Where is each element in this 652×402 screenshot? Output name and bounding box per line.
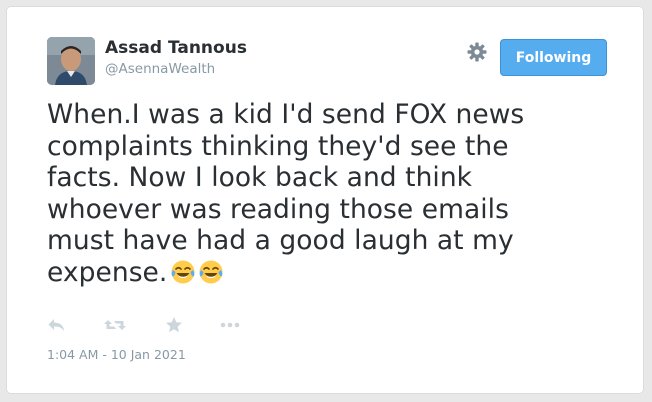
reply-icon[interactable] <box>47 314 67 336</box>
user-handle[interactable]: @AsennaWealth <box>105 61 215 77</box>
favorite-icon[interactable] <box>164 314 184 336</box>
tweet-line: complaints thinking they'd see the <box>47 130 509 162</box>
tweet-line: whoever was reading those emails <box>47 193 509 225</box>
tweet-line-last: expense. <box>47 257 607 293</box>
avatar[interactable] <box>47 37 95 85</box>
tweet-line-text: expense. <box>47 256 168 288</box>
face-with-tears-of-joy-icon <box>199 260 223 283</box>
following-button[interactable]: Following <box>500 39 607 76</box>
emoji-group <box>170 259 226 293</box>
face-with-tears-of-joy-icon <box>171 260 195 283</box>
tweet-text: When.I was a kid I'd send FOX news compl… <box>47 99 607 292</box>
retweet-icon[interactable] <box>103 314 127 336</box>
gear-icon[interactable] <box>466 41 488 63</box>
tweet-line: When.I was a kid I'd send FOX news <box>47 99 525 130</box>
tweet-line: facts. Now I look back and think <box>47 162 473 193</box>
more-icon[interactable] <box>219 314 241 336</box>
tweet-timestamp[interactable]: 1:04 AM - 10 Jan 2021 <box>47 347 186 362</box>
user-display-name[interactable]: Assad Tannous <box>105 38 247 58</box>
tweet-line: must have had a good laugh at my <box>47 225 514 256</box>
tweet-card: Assad Tannous @AsennaWealth Following Wh… <box>6 6 644 394</box>
